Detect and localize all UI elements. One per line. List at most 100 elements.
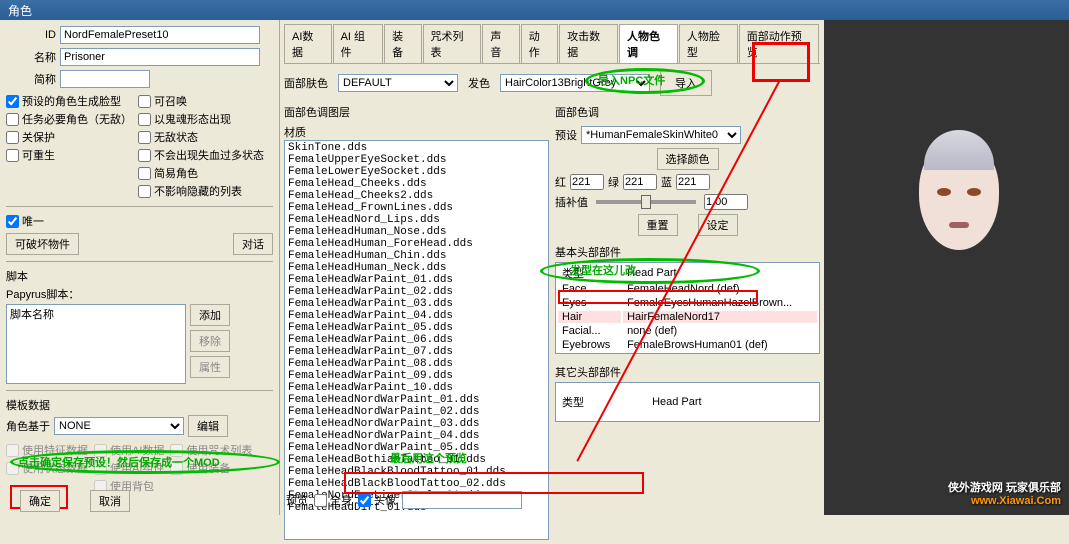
chk-fullbody[interactable] xyxy=(314,494,327,507)
preset-select[interactable]: *HumanFemaleSkinWhite0 xyxy=(581,126,741,144)
green-input[interactable] xyxy=(623,174,657,190)
chk-nohide[interactable] xyxy=(138,185,151,198)
list-item[interactable]: FemaleHeadNordWarPaint_01.dds xyxy=(286,394,547,406)
hair-color-label: 发色 xyxy=(468,75,490,91)
tab-aipack[interactable]: AI 组件 xyxy=(333,24,384,63)
interp-slider[interactable] xyxy=(596,200,696,204)
template-group: 模板数据 xyxy=(6,397,273,413)
tab-anim[interactable]: 动作 xyxy=(521,24,558,63)
short-input[interactable] xyxy=(60,70,150,88)
btn-cancel[interactable]: 取消 xyxy=(90,490,130,512)
tab-sound[interactable]: 声音 xyxy=(482,24,519,63)
layer-group: 面部色调图层 xyxy=(284,104,549,120)
list-item[interactable]: FemaleUpperEyeSocket.dds xyxy=(286,154,547,166)
left-panel: ID 名称 简称 预设的角色生成脸型 任务必要角色（无敌） 关保护 可重生 可召… xyxy=(0,20,280,515)
list-item[interactable]: FemaleHeadNord_Lips.dds xyxy=(286,214,547,226)
chk-nobleed[interactable] xyxy=(138,149,151,162)
table-row: EyesFemaleEyesHumanHazelBrown... xyxy=(558,297,817,309)
list-item[interactable]: FemaleHeadNordWarPaint_02.dds xyxy=(286,406,547,418)
name-input[interactable] xyxy=(60,48,260,66)
chk-preset-face[interactable] xyxy=(6,95,19,108)
list-item[interactable]: FemaleHeadWarPaint_05.dds xyxy=(286,322,547,334)
chk-essential[interactable] xyxy=(6,113,19,126)
list-item[interactable]: FemaleHeadHuman_ForeHead.dds xyxy=(286,238,547,250)
list-item[interactable]: FemaleHead_Cheeks2.dds xyxy=(286,190,547,202)
list-item[interactable]: FemaleHeadWarPaint_06.dds xyxy=(286,334,547,346)
btn-remove-script: 移除 xyxy=(190,330,230,352)
btn-reset[interactable]: 重置 xyxy=(638,214,678,236)
btn-dialog[interactable]: 对话 xyxy=(233,233,273,255)
table-row: Facial...none (def) xyxy=(558,325,817,337)
list-item[interactable]: FemaleHeadWarPaint_07.dds xyxy=(286,346,547,358)
list-item[interactable]: FemaleHeadWarPaint_10.dds xyxy=(286,382,547,394)
list-item[interactable]: FemaleHeadBlackBloodTattoo_01.dds xyxy=(286,466,547,478)
list-item[interactable]: FemaleLowerEyeSocket.dds xyxy=(286,166,547,178)
list-item[interactable]: FemaleHeadHuman_Neck.dds xyxy=(286,262,547,274)
tab-preview[interactable]: 面部动作预览 xyxy=(739,24,819,63)
btn-import[interactable]: 导入 xyxy=(660,70,712,96)
material-list[interactable]: SkinTone.ddsFemaleUpperEyeSocket.ddsFema… xyxy=(284,140,549,540)
list-item[interactable]: FemaleHead_Cheeks.dds xyxy=(286,178,547,190)
list-item[interactable]: FemaleHeadWarPaint_02.dds xyxy=(286,286,547,298)
list-item[interactable]: FemaleHeadHuman_Chin.dds xyxy=(286,250,547,262)
table-row: FaceFemaleHeadNord (def) xyxy=(558,283,817,295)
name-label: 名称 xyxy=(6,49,56,65)
btn-destructible[interactable]: 可破坏物件 xyxy=(6,233,79,255)
btn-ok[interactable]: 确定 xyxy=(20,490,60,512)
list-item[interactable]: FemaleHeadWarPaint_03.dds xyxy=(286,298,547,310)
blue-label: 蓝 xyxy=(661,174,672,190)
btn-props-script: 属性 xyxy=(190,356,230,378)
chk-headshot[interactable] xyxy=(358,494,371,507)
red-input[interactable] xyxy=(570,174,604,190)
table-row: EyebrowsFemaleBrowsHuman01 (def) xyxy=(558,339,817,351)
tab-aidata[interactable]: AI数据 xyxy=(284,24,332,63)
script-list[interactable]: 脚本名称 xyxy=(6,304,186,384)
watermark: 侠外游戏网 玩家俱乐部 www.Xiawai.Com xyxy=(948,479,1061,507)
list-item[interactable]: FemaleHeadWarPaint_09.dds xyxy=(286,370,547,382)
btn-choose-color[interactable]: 选择颜色 xyxy=(657,148,719,170)
tab-spells[interactable]: 咒术列表 xyxy=(423,24,482,63)
role-base-select[interactable]: NONE xyxy=(54,417,184,435)
btn-edit-template[interactable]: 编辑 xyxy=(188,415,228,437)
list-item[interactable]: SkinTone.dds xyxy=(286,142,547,154)
btn-add-script[interactable]: 添加 xyxy=(190,304,230,326)
annot-confirm-text: 点击确定保存预设！然后保存成一个MOD xyxy=(18,454,220,470)
chk-respawn[interactable] xyxy=(6,149,19,162)
list-item[interactable]: FemaleHeadNordWarPaint_03.dds xyxy=(286,418,547,430)
annot-import-text: 导入NPC文件 xyxy=(598,72,665,88)
chk-simple[interactable] xyxy=(138,167,151,180)
green-label: 绿 xyxy=(608,174,619,190)
tabs: AI数据 AI 组件 装备 咒术列表 声音 动作 攻击数据 人物色调 人物脸型 … xyxy=(284,24,820,64)
preset-label: 预设 xyxy=(555,127,577,143)
face-skin-label: 面部肤色 xyxy=(284,75,328,91)
table-row: HairHairFemaleNord17 xyxy=(558,311,817,323)
tab-face[interactable]: 人物脸型 xyxy=(679,24,738,63)
list-item[interactable]: FemaleHeadHuman_Nose.dds xyxy=(286,226,547,238)
preview-row: 预览 全身 头像 xyxy=(280,489,528,511)
avatar xyxy=(884,140,1034,380)
tab-equip[interactable]: 装备 xyxy=(384,24,421,63)
list-item[interactable]: FemaleHead_FrownLines.dds xyxy=(286,202,547,214)
tab-attack[interactable]: 攻击数据 xyxy=(559,24,618,63)
preview-label: 预览 xyxy=(286,492,308,508)
tab-tint[interactable]: 人物色调 xyxy=(619,24,678,63)
chk-protected[interactable] xyxy=(6,131,19,144)
center-panel: AI数据 AI 组件 装备 咒术列表 声音 动作 攻击数据 人物色调 人物脸型 … xyxy=(280,20,824,515)
chk-summon[interactable] xyxy=(138,95,151,108)
list-item[interactable]: FemaleHeadWarPaint_08.dds xyxy=(286,358,547,370)
blue-input[interactable] xyxy=(676,174,710,190)
chk-ghost[interactable] xyxy=(138,113,151,126)
list-item[interactable]: FemaleHeadNordWarPaint_04.dds xyxy=(286,430,547,442)
list-item[interactable]: FemaleHeadWarPaint_04.dds xyxy=(286,310,547,322)
list-item[interactable]: FemaleHeadWarPaint_01.dds xyxy=(286,274,547,286)
tone-group: 面部色调 xyxy=(555,104,820,120)
face-skin-select[interactable]: DEFAULT xyxy=(338,74,458,92)
script-group: 脚本 xyxy=(6,268,273,284)
chk-invul[interactable] xyxy=(138,131,151,144)
preview-panel: 侠外游戏网 玩家俱乐部 www.Xiawai.Com xyxy=(824,20,1069,515)
role-base-label: 角色基于 xyxy=(6,418,50,434)
other-parts-table[interactable]: 类型Head Part xyxy=(555,382,820,422)
preview-path[interactable] xyxy=(402,491,522,509)
chk-unique[interactable] xyxy=(6,215,19,228)
id-input[interactable] xyxy=(60,26,260,44)
